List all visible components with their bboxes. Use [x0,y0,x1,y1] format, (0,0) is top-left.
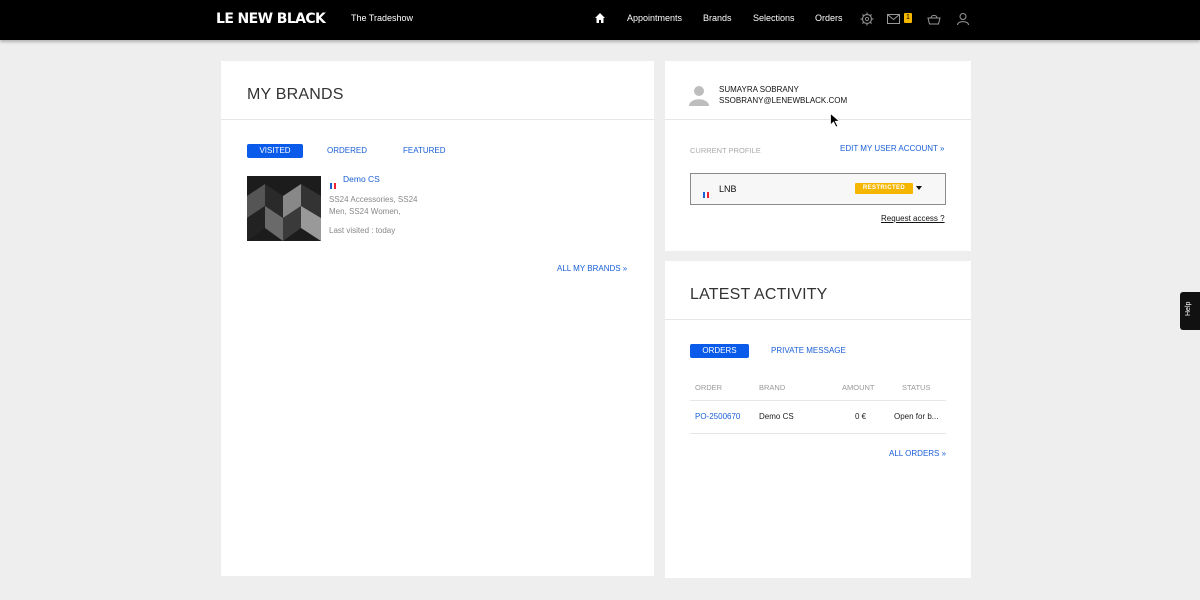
brand-thumbnail[interactable] [247,176,321,241]
order-brand: Demo CS [759,412,794,421]
flag-france-icon [703,185,709,198]
settings-gear-icon[interactable] [859,11,875,27]
basket-icon[interactable] [926,11,942,27]
tab-orders[interactable]: ORDERS [690,344,749,358]
tab-ordered[interactable]: ORDERED [327,146,367,155]
column-header-status: STATUS [902,383,931,392]
table-divider [690,433,946,434]
all-my-brands-link[interactable]: ALL MY BRANDS » [557,264,627,273]
logo[interactable]: LE NEW BLACK [216,11,326,27]
mail-icon[interactable] [886,11,902,27]
my-brands-card [221,61,654,576]
all-orders-link[interactable]: ALL ORDERS » [889,449,946,458]
latest-activity-title: LATEST ACTIVITY [690,286,828,303]
site-subtitle: The Tradeshow [351,13,414,23]
restricted-badge: RESTRICTED [855,183,913,194]
order-number-link[interactable]: PO-2500670 [695,412,740,421]
nav-orders[interactable]: Orders [815,13,843,23]
brand-last-visited: Last visited : today [329,226,396,235]
current-profile-label: CURRENT PROFILE [690,146,761,155]
chevron-down-icon[interactable] [916,186,922,190]
user-account-icon[interactable] [955,11,971,27]
brand-collections-line-1: SS24 Accessories, SS24 [329,195,418,204]
user-email: SSOBRANY@LENEWBLACK.COM [719,96,848,105]
nav-brands[interactable]: Brands [703,13,732,23]
profile-name: LNB [719,184,737,194]
brand-name-link[interactable]: Demo CS [343,174,380,184]
column-header-order: ORDER [695,383,723,392]
brand-thumbnail-pattern [247,176,321,241]
tab-featured[interactable]: FEATURED [403,146,446,155]
home-icon[interactable] [593,11,607,25]
edit-user-account-link[interactable]: EDIT MY USER ACCOUNT » [840,144,944,153]
my-brands-title: MY BRANDS [247,86,344,103]
mouse-cursor-icon [830,113,840,128]
tab-visited[interactable]: VISITED [247,144,303,158]
divider [665,119,971,120]
help-tab[interactable]: Help [1180,292,1200,330]
help-label: Help [1185,301,1192,316]
top-navigation-bar: LE NEW BLACK The Tradeshow Appointments … [0,0,1200,40]
tab-private-message[interactable]: PRIVATE MESSAGE [771,346,846,355]
brand-collections-line-2: Men, SS24 Women, [329,207,401,216]
message-count-badge: 1 [904,13,912,23]
flag-france-icon [330,176,336,189]
order-amount: 0 € [855,412,867,421]
table-divider [690,400,946,401]
divider [665,319,971,320]
column-header-amount: AMOUNT [842,383,875,392]
nav-appointments[interactable]: Appointments [627,13,682,23]
nav-selections[interactable]: Selections [753,13,795,23]
column-header-brand: BRAND [759,383,786,392]
user-name: SUMAYRA SOBRANY [719,85,799,94]
order-status: Open for b... [894,412,939,421]
request-access-link[interactable]: Request access ? [881,214,945,223]
divider [221,119,654,120]
avatar-icon [689,86,709,106]
